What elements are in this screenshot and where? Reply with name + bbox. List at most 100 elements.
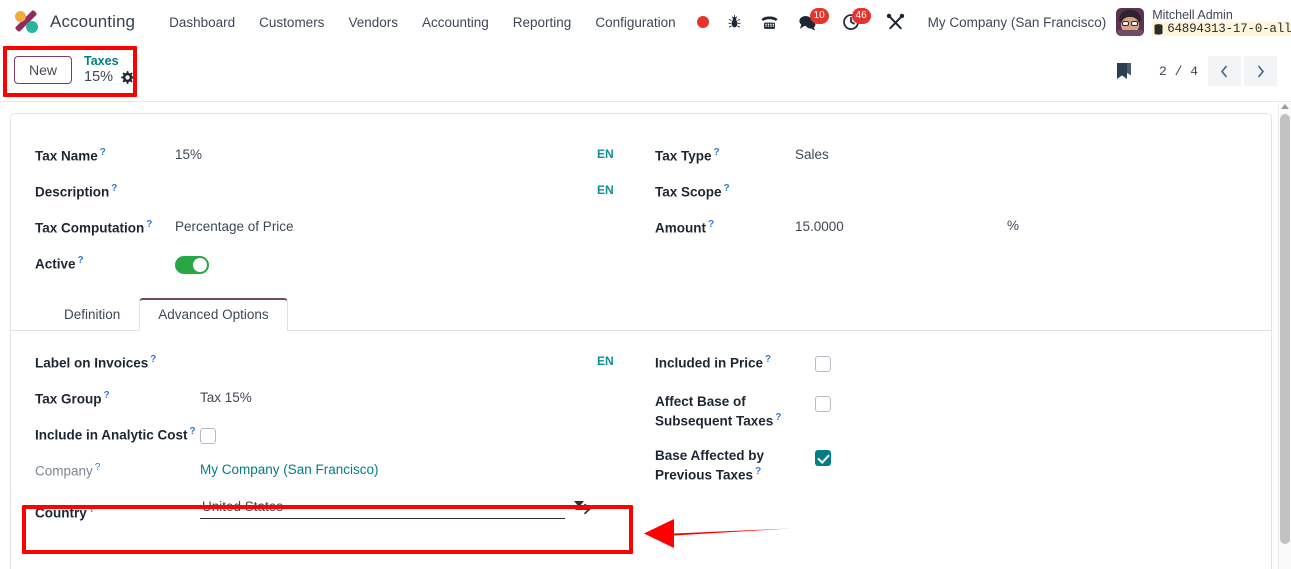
active-company-label[interactable]: My Company (San Francisco) bbox=[914, 15, 1117, 30]
field-value-tax-name[interactable]: 15% bbox=[175, 142, 597, 164]
base-affected-by-previous-taxes-checkbox[interactable] bbox=[815, 449, 831, 466]
database-name-text: 64894313-17-0-all bbox=[1167, 22, 1291, 36]
avatar[interactable] bbox=[1116, 8, 1145, 36]
help-icon[interactable]: ? bbox=[78, 255, 84, 266]
lang-badge-description[interactable]: EN bbox=[597, 178, 631, 197]
chevron-down-icon[interactable] bbox=[574, 501, 584, 507]
field-label-affect-base-of-subsequent-taxes: Affect Base of Subsequent Taxes? bbox=[655, 394, 782, 429]
field-company: Company? My Company (San Francisco) bbox=[35, 453, 631, 489]
form-scroll-area: Tax Name? 15% EN Description? EN Tax Com… bbox=[0, 102, 1291, 569]
help-icon[interactable]: ? bbox=[100, 147, 106, 158]
advanced-group-right: Included in Price? Affect Base of Subseq… bbox=[641, 345, 1271, 533]
field-label-amount: Amount? bbox=[655, 219, 715, 236]
menu-item-reporting[interactable]: Reporting bbox=[501, 11, 584, 34]
recording-indicator-icon[interactable] bbox=[688, 9, 718, 35]
field-value-amount[interactable]: 15.0000 bbox=[795, 214, 945, 236]
odoo-accounting-logo-icon[interactable] bbox=[14, 9, 40, 35]
help-icon[interactable]: ? bbox=[714, 147, 720, 158]
database-icon bbox=[1154, 23, 1163, 35]
field-amount: Amount? 15.0000 % bbox=[655, 210, 1261, 246]
menu-item-customers[interactable]: Customers bbox=[247, 11, 336, 34]
tab-advanced-options[interactable]: Advanced Options bbox=[139, 298, 288, 331]
field-value-active bbox=[175, 250, 631, 279]
field-value-tax-scope[interactable] bbox=[795, 178, 1261, 198]
systray: 10 46 My Company (San Francisco) Mitchel… bbox=[688, 8, 1291, 37]
help-icon[interactable]: ? bbox=[95, 462, 101, 473]
field-value-affect-base-of-subsequent-taxes bbox=[815, 389, 1261, 417]
field-value-tax-computation[interactable]: Percentage of Price bbox=[175, 214, 597, 236]
menu-item-dashboard[interactable]: Dashboard bbox=[157, 11, 247, 34]
menu-item-accounting[interactable]: Accounting bbox=[410, 11, 501, 34]
help-icon[interactable]: ? bbox=[755, 466, 761, 477]
advanced-options-groups: Label on Invoices? EN Tax Group? Tax 15% bbox=[11, 345, 1271, 533]
field-label-description: Description? bbox=[35, 183, 118, 200]
help-icon[interactable]: ? bbox=[111, 183, 117, 194]
pager-previous-button[interactable] bbox=[1208, 56, 1241, 86]
lang-badge-label-on-invoices[interactable]: EN bbox=[597, 349, 631, 368]
field-value-include-in-analytic-cost bbox=[200, 421, 631, 449]
field-label-include-in-analytic-cost: Include in Analytic Cost? bbox=[35, 426, 196, 443]
affect-base-of-subsequent-taxes-checkbox[interactable] bbox=[815, 396, 831, 412]
help-icon[interactable]: ? bbox=[765, 354, 771, 365]
control-panel-left: New Taxes 15% bbox=[14, 54, 135, 86]
field-label-company: Company? bbox=[35, 462, 101, 479]
help-icon[interactable]: ? bbox=[104, 390, 110, 401]
field-active: Active? bbox=[35, 246, 631, 282]
chat-bubble-icon[interactable]: 10 bbox=[788, 8, 829, 35]
field-value-tax-group[interactable]: Tax 15% bbox=[200, 385, 631, 407]
field-label-active: Active? bbox=[35, 255, 84, 272]
field-label-country: Country? bbox=[35, 504, 95, 521]
field-value-tax-type[interactable]: Sales bbox=[795, 142, 1261, 164]
activity-clock-icon[interactable]: 46 bbox=[833, 8, 871, 35]
tools-icon[interactable] bbox=[877, 9, 914, 35]
help-icon[interactable]: ? bbox=[724, 183, 730, 194]
field-description: Description? EN bbox=[35, 174, 631, 210]
field-tax-type: Tax Type? Sales bbox=[655, 138, 1261, 174]
gear-icon[interactable] bbox=[120, 70, 135, 85]
help-icon[interactable]: ? bbox=[89, 504, 95, 515]
form-sheet: Tax Name? 15% EN Description? EN Tax Com… bbox=[10, 113, 1272, 569]
lang-badge-tax-name[interactable]: EN bbox=[597, 142, 631, 161]
menu-item-vendors[interactable]: Vendors bbox=[336, 11, 410, 34]
country-input[interactable] bbox=[200, 499, 565, 519]
help-icon[interactable]: ? bbox=[190, 426, 196, 437]
include-in-analytic-cost-checkbox[interactable] bbox=[200, 428, 216, 444]
pager-next-button[interactable] bbox=[1244, 56, 1277, 86]
menu-item-configuration[interactable]: Configuration bbox=[583, 11, 687, 34]
help-icon[interactable]: ? bbox=[775, 412, 781, 423]
breadcrumb-parent-taxes[interactable]: Taxes bbox=[84, 54, 134, 69]
country-combobox[interactable] bbox=[200, 499, 592, 519]
field-value-country bbox=[200, 499, 631, 519]
field-tax-computation: Tax Computation? Percentage of Price bbox=[35, 210, 631, 246]
form-group-left: Tax Name? 15% EN Description? EN Tax Com… bbox=[11, 138, 641, 282]
scroll-up-arrow-icon[interactable] bbox=[1281, 104, 1289, 109]
field-affect-base-of-subsequent-taxes: Affect Base of Subsequent Taxes? bbox=[655, 381, 1261, 431]
pager-value[interactable]: 2 / 4 bbox=[1149, 64, 1208, 79]
new-button[interactable]: New bbox=[14, 56, 73, 85]
help-icon[interactable]: ? bbox=[708, 219, 714, 230]
field-label-tax-computation: Tax Computation? bbox=[35, 219, 153, 236]
field-label-base-affected-by-previous-taxes: Base Affected by Previous Taxes? bbox=[655, 447, 765, 483]
field-value-company[interactable]: My Company (San Francisco) bbox=[200, 457, 631, 479]
chevron-left-icon bbox=[1220, 64, 1228, 78]
help-icon[interactable]: ? bbox=[150, 354, 156, 365]
user-menu[interactable]: Mitchell Admin 64894313-17-0-all bbox=[1152, 8, 1291, 37]
activity-badge-count: 46 bbox=[851, 8, 871, 24]
active-toggle[interactable] bbox=[175, 256, 209, 274]
app-root: Accounting Dashboard Customers Vendors A… bbox=[0, 0, 1291, 569]
included-in-price-checkbox[interactable] bbox=[815, 356, 831, 372]
control-panel: New Taxes 15% 2 / 4 bbox=[0, 44, 1291, 102]
phone-icon[interactable] bbox=[751, 9, 788, 35]
scrollbar-thumb[interactable] bbox=[1280, 114, 1290, 544]
bookmark-icon[interactable] bbox=[1116, 62, 1149, 81]
help-icon[interactable]: ? bbox=[146, 219, 152, 230]
vertical-scrollbar[interactable] bbox=[1278, 103, 1291, 569]
field-base-affected-by-previous-taxes: Base Affected by Previous Taxes? bbox=[655, 431, 1261, 485]
field-value-label-on-invoices[interactable] bbox=[200, 349, 597, 369]
app-name[interactable]: Accounting bbox=[50, 12, 135, 32]
bug-icon[interactable] bbox=[718, 9, 751, 35]
tab-definition[interactable]: Definition bbox=[45, 298, 139, 331]
field-value-description[interactable] bbox=[175, 178, 597, 198]
field-value-included-in-price bbox=[815, 349, 1261, 377]
notebook-tabs: Definition Advanced Options bbox=[11, 298, 1271, 331]
